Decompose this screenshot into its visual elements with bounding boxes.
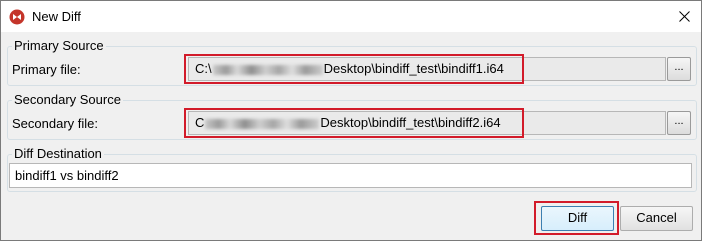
secondary-file-highlight <box>184 108 524 138</box>
secondary-browse-button[interactable]: ... <box>667 111 691 135</box>
primary-file-highlight <box>184 54 524 84</box>
primary-source-title: Primary Source <box>12 38 106 54</box>
secondary-source-title: Secondary Source <box>12 92 123 108</box>
new-diff-dialog: New Diff Primary Source Primary file: C:… <box>0 0 702 241</box>
bindiff-logo-icon <box>9 9 25 25</box>
cancel-button[interactable]: Cancel <box>620 206 693 231</box>
close-icon <box>678 11 690 22</box>
diff-destination-title: Diff Destination <box>12 146 104 162</box>
window-title: New Diff <box>32 9 81 24</box>
close-button[interactable] <box>667 1 701 32</box>
primary-file-label: Primary file: <box>12 62 81 77</box>
secondary-file-label: Secondary file: <box>12 116 98 131</box>
diff-button-highlight <box>534 201 619 235</box>
primary-browse-button[interactable]: ... <box>667 57 691 81</box>
diff-destination-input[interactable]: bindiff1 vs bindiff2 <box>9 163 692 188</box>
title-bar: New Diff <box>1 1 701 32</box>
